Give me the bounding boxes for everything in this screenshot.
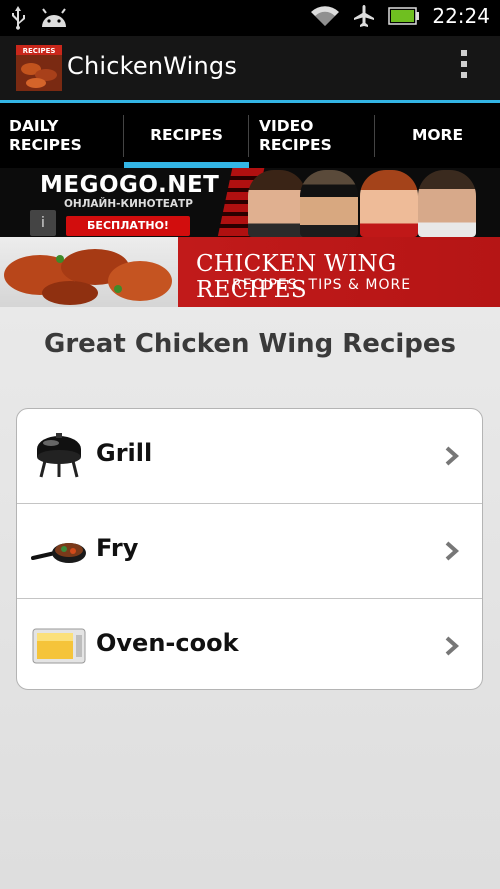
usb-icon: [12, 6, 25, 30]
recipe-category-list: Grill Fry Oven-cook: [16, 408, 483, 690]
app-title: ChickenWings: [67, 52, 238, 80]
wifi-icon: [311, 6, 340, 26]
tab-bar: DAILY RECIPES RECIPES VIDEO RECIPES MORE: [0, 100, 500, 168]
action-bar: RECIPES ChickenWings: [0, 36, 500, 100]
tab-daily-recipes[interactable]: DAILY RECIPES: [0, 103, 124, 168]
grill-icon: [37, 433, 81, 478]
tab-label: VIDEO RECIPES: [259, 116, 332, 154]
ad-tagline: ОНЛАЙН-КИНОТЕАТР: [64, 198, 193, 210]
tab-label: MORE: [411, 126, 464, 144]
chicken-wings-image: [0, 237, 178, 307]
ad-banner[interactable]: MEGOGO.NET ОНЛАЙН-КИНОТЕАТР БЕСПЛАТНО! i: [0, 168, 500, 237]
ad-info-icon[interactable]: i: [30, 210, 56, 236]
ad-photo: [248, 170, 306, 237]
recipes-banner: CHICKEN WING RECIPES RECIPES, TIPS & MOR…: [0, 237, 500, 307]
page-title: Great Chicken Wing Recipes: [44, 329, 456, 359]
list-item-label: Fry: [96, 534, 139, 562]
ad-brand: MEGOGO.NET: [40, 172, 220, 198]
status-bar: 22:24: [0, 0, 500, 36]
list-item-label: Grill: [96, 439, 153, 467]
list-item-label: Oven-cook: [96, 629, 239, 657]
android-icon: [42, 8, 66, 27]
banner-subtitle: RECIPES, TIPS & MORE: [232, 277, 412, 293]
microwave-oven-icon: [32, 628, 86, 664]
clock: 22:24: [432, 4, 490, 28]
tab-more[interactable]: MORE: [375, 103, 500, 168]
frying-pan-icon: [31, 543, 86, 563]
overflow-menu-icon[interactable]: [458, 50, 470, 86]
ad-photo: [360, 170, 418, 237]
main-content: Great Chicken Wing Recipes Grill Fry Ove…: [0, 307, 500, 889]
list-item-fry[interactable]: Fry: [17, 504, 482, 599]
app-logo-icon[interactable]: RECIPES: [16, 45, 62, 91]
app-logo-label: RECIPES: [23, 47, 56, 55]
list-item-grill[interactable]: Grill: [17, 409, 482, 504]
ad-photo: [418, 170, 476, 237]
ad-cta-button[interactable]: БЕСПЛАТНО!: [66, 216, 190, 236]
chevron-right-icon: [445, 541, 460, 561]
ad-photo: [300, 170, 358, 237]
list-item-oven-cook[interactable]: Oven-cook: [17, 599, 482, 689]
airplane-icon: [354, 5, 375, 27]
chevron-right-icon: [445, 446, 460, 466]
tab-label: RECIPES: [150, 126, 223, 144]
chevron-right-icon: [445, 636, 460, 656]
tab-label: DAILY RECIPES: [9, 116, 82, 154]
tab-video-recipes[interactable]: VIDEO RECIPES: [250, 103, 375, 168]
tab-recipes[interactable]: RECIPES: [124, 103, 249, 168]
battery-icon: [388, 7, 420, 25]
